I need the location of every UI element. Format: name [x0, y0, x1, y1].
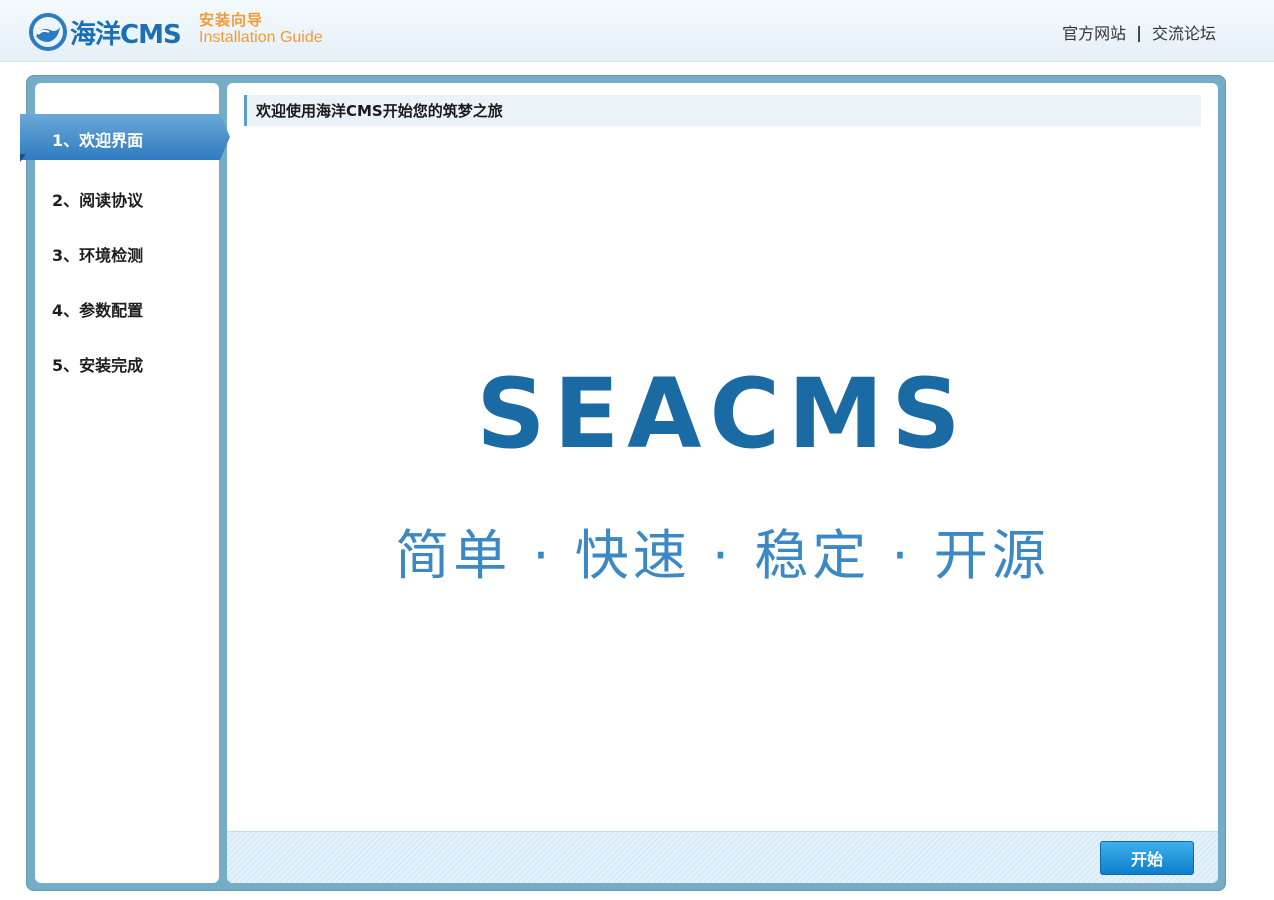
step-item-complete: 5、安装完成 [52, 356, 144, 375]
brand-slogan: 简单 · 快速 · 稳定 · 开源 [395, 524, 1050, 587]
header-bar: 海洋CMS 安装向导 Installation Guide 官方网站 | 交流论… [0, 0, 1274, 62]
site-logo[interactable]: 海洋CMS [28, 12, 182, 52]
step-item-config: 4、参数配置 [52, 301, 144, 320]
installer-frame: 欢迎使用海洋CMS开始您的筑梦之旅 SEACMS 简单 · 快速 · 稳定 · … [26, 75, 1226, 891]
brand-title: SEACMS [476, 358, 969, 470]
guide-title-cn: 安装向导 [199, 11, 264, 29]
top-links: 官方网站 | 交流论坛 [1062, 20, 1216, 44]
step-item-agreement: 2、阅读协议 [52, 191, 144, 210]
step-item-environment: 3、环境检测 [52, 246, 144, 265]
guide-title-en: Installation Guide [199, 28, 323, 46]
installation-guide-label: 安装向导 Installation Guide [199, 12, 323, 46]
official-site-link[interactable]: 官方网站 [1062, 20, 1126, 44]
step-label: 1、欢迎界面 [52, 131, 144, 150]
link-separator: | [1136, 22, 1142, 42]
wave-logo-icon [28, 12, 68, 52]
content-title: 欢迎使用海洋CMS开始您的筑梦之旅 [244, 95, 1201, 126]
main-content: 欢迎使用海洋CMS开始您的筑梦之旅 SEACMS 简单 · 快速 · 稳定 · … [227, 83, 1218, 883]
forum-link[interactable]: 交流论坛 [1152, 20, 1216, 44]
action-footer: 开始 [227, 831, 1218, 883]
start-button[interactable]: 开始 [1100, 841, 1194, 875]
step-item-welcome: 1、欢迎界面 [20, 114, 244, 162]
logo-text: 海洋CMS [70, 19, 182, 50]
